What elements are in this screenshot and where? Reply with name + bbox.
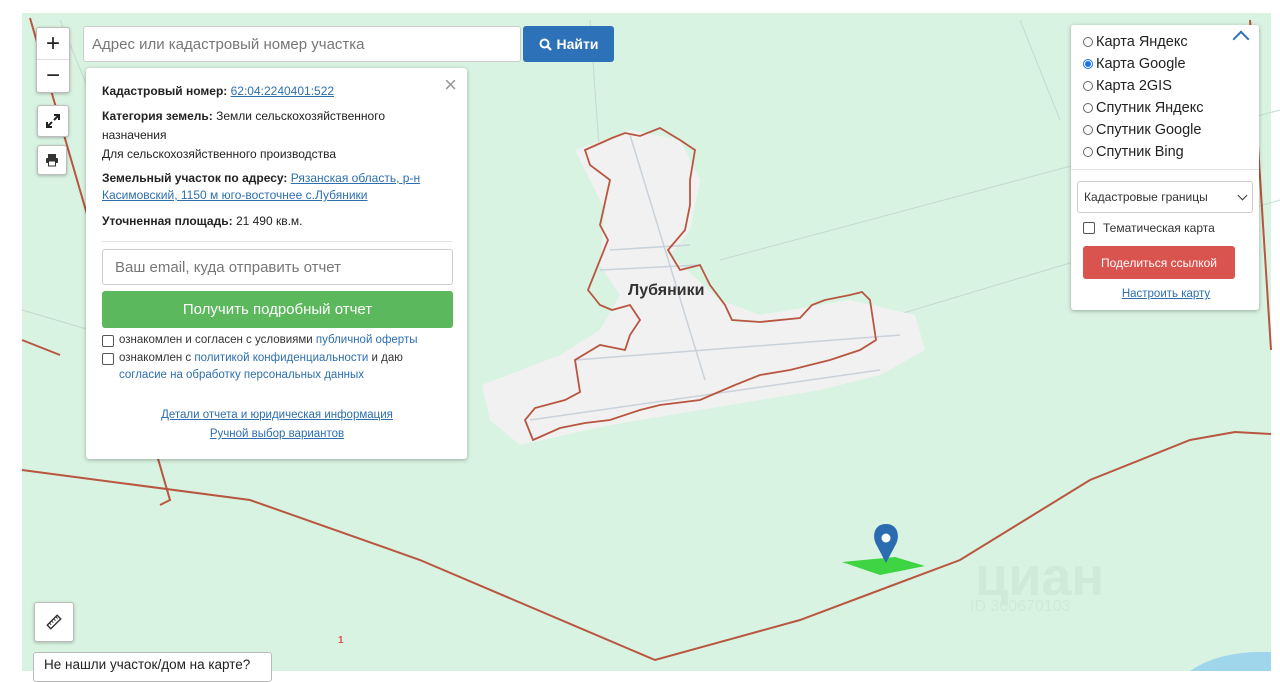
overlay-select[interactable]: Кадастровые границы — [1077, 181, 1253, 213]
print-button[interactable] — [37, 145, 67, 175]
report-links: Детали отчета и юридическая информация Р… — [102, 406, 452, 444]
data-processing-consent-link[interactable]: согласие на обработку персональных данны… — [119, 369, 364, 381]
expand-icon — [46, 114, 60, 128]
search-button-label: Найти — [556, 36, 599, 52]
privacy-text-start: ознакомлен с — [119, 352, 192, 364]
configure-map-row: Настроить карту — [1083, 288, 1249, 300]
layer-label: Карта Google — [1096, 56, 1186, 72]
town-label: Лубяники — [628, 282, 704, 299]
address-row: Земельный участок по адресу: Рязанская о… — [102, 170, 452, 204]
configure-map-link[interactable]: Настроить карту — [1122, 288, 1210, 300]
area-value: 21 490 кв.м. — [235, 214, 303, 228]
search-icon — [539, 38, 552, 51]
layer-option-google-satellite[interactable]: Спутник Google — [1083, 119, 1249, 141]
offer-text: ознакомлен и согласен с условиями — [119, 334, 313, 346]
map-layers-panel: Карта Яндекс Карта Google Карта 2GIS Спу… — [1071, 25, 1259, 310]
layer-label: Спутник Google — [1096, 122, 1202, 138]
layer-label: Спутник Bing — [1096, 144, 1184, 160]
usage-text: Для сельскохозяйственного производства — [102, 147, 337, 161]
layer-option-yandex-satellite[interactable]: Спутник Яндекс — [1083, 97, 1249, 119]
layer-option-google-map[interactable]: Карта Google — [1083, 53, 1249, 75]
radio-bing-satellite[interactable] — [1083, 147, 1093, 157]
privacy-checkbox[interactable] — [102, 353, 114, 365]
public-offer-link[interactable]: публичной оферты — [316, 334, 418, 346]
not-found-button[interactable]: Не нашли участок/дом на карте? — [33, 652, 272, 682]
layer-option-2gis-map[interactable]: Карта 2GIS — [1083, 75, 1249, 97]
radio-google-satellite[interactable] — [1083, 125, 1093, 135]
offer-consent-row: ознакомлен и согласен с условиями публич… — [102, 332, 452, 349]
layer-option-yandex-map[interactable]: Карта Яндекс — [1083, 31, 1249, 53]
privacy-policy-link[interactable]: политикой конфиденциальности — [194, 352, 368, 364]
divider — [102, 241, 452, 242]
address-label: Земельный участок по адресу: — [102, 171, 288, 185]
radio-yandex-satellite[interactable] — [1083, 103, 1093, 113]
cadastral-number-link[interactable]: 62:04:2240401:522 — [231, 84, 334, 98]
ruler-button[interactable] — [34, 602, 74, 642]
close-icon[interactable]: × — [444, 72, 457, 98]
zoom-out-button[interactable]: − — [37, 59, 69, 91]
search-button[interactable]: Найти — [523, 26, 614, 62]
thematic-map-label: Тематическая карта — [1103, 221, 1215, 235]
cadastral-label: Кадастровый номер: — [102, 84, 228, 98]
cadastral-row: Кадастровый номер: 62:04:2240401:522 — [102, 82, 452, 101]
thematic-map-toggle[interactable]: Тематическая карта — [1083, 221, 1249, 235]
divider — [1071, 169, 1259, 170]
radio-2gis-map[interactable] — [1083, 81, 1093, 91]
printer-icon — [46, 154, 58, 167]
report-details-link[interactable]: Детали отчета и юридическая информация — [161, 409, 393, 421]
radio-google-map[interactable] — [1083, 59, 1093, 69]
cian-watermark-id: ID 300670103 — [970, 598, 1071, 615]
fullscreen-button[interactable] — [37, 105, 69, 137]
offer-checkbox[interactable] — [102, 335, 114, 347]
get-report-button[interactable]: Получить подробный отчет — [102, 291, 453, 328]
zoom-in-button[interactable]: + — [37, 28, 69, 59]
manual-selection-link[interactable]: Ручной выбор вариантов — [210, 428, 344, 440]
radio-yandex-map[interactable] — [1083, 37, 1093, 47]
category-label: Категория земель: — [102, 109, 213, 123]
chevron-down-icon — [1237, 190, 1248, 200]
privacy-consent-row: ознакомлен с политикой конфиденциальност… — [102, 350, 452, 384]
share-link-button[interactable]: Поделиться ссылкой — [1083, 246, 1235, 279]
layer-label: Спутник Яндекс — [1096, 100, 1204, 116]
email-field[interactable] — [102, 249, 453, 285]
plot-info-panel: × Кадастровый номер: 62:04:2240401:522 К… — [86, 68, 467, 459]
area-row: Уточненная площадь: 21 490 кв.м. — [102, 212, 452, 231]
area-label: Уточненная площадь: — [102, 214, 233, 228]
layer-label: Карта 2GIS — [1096, 78, 1172, 94]
category-row: Категория земель: Земли сельскохозяйстве… — [102, 107, 452, 145]
zoom-controls: + − — [36, 27, 70, 93]
privacy-text-end: и даю — [371, 352, 403, 364]
layer-option-bing-satellite[interactable]: Спутник Bing — [1083, 141, 1249, 163]
ruler-icon — [46, 614, 62, 630]
offer-consent-text: ознакомлен и согласен с условиями публич… — [119, 332, 418, 349]
thematic-map-checkbox[interactable] — [1083, 222, 1095, 234]
overlay-select-value: Кадастровые границы — [1084, 190, 1208, 204]
search-input[interactable] — [83, 26, 521, 62]
privacy-consent-text: ознакомлен с политикой конфиденциальност… — [119, 350, 403, 384]
map-number-marker: 1 — [338, 635, 344, 646]
layer-label: Карта Яндекс — [1096, 34, 1188, 50]
